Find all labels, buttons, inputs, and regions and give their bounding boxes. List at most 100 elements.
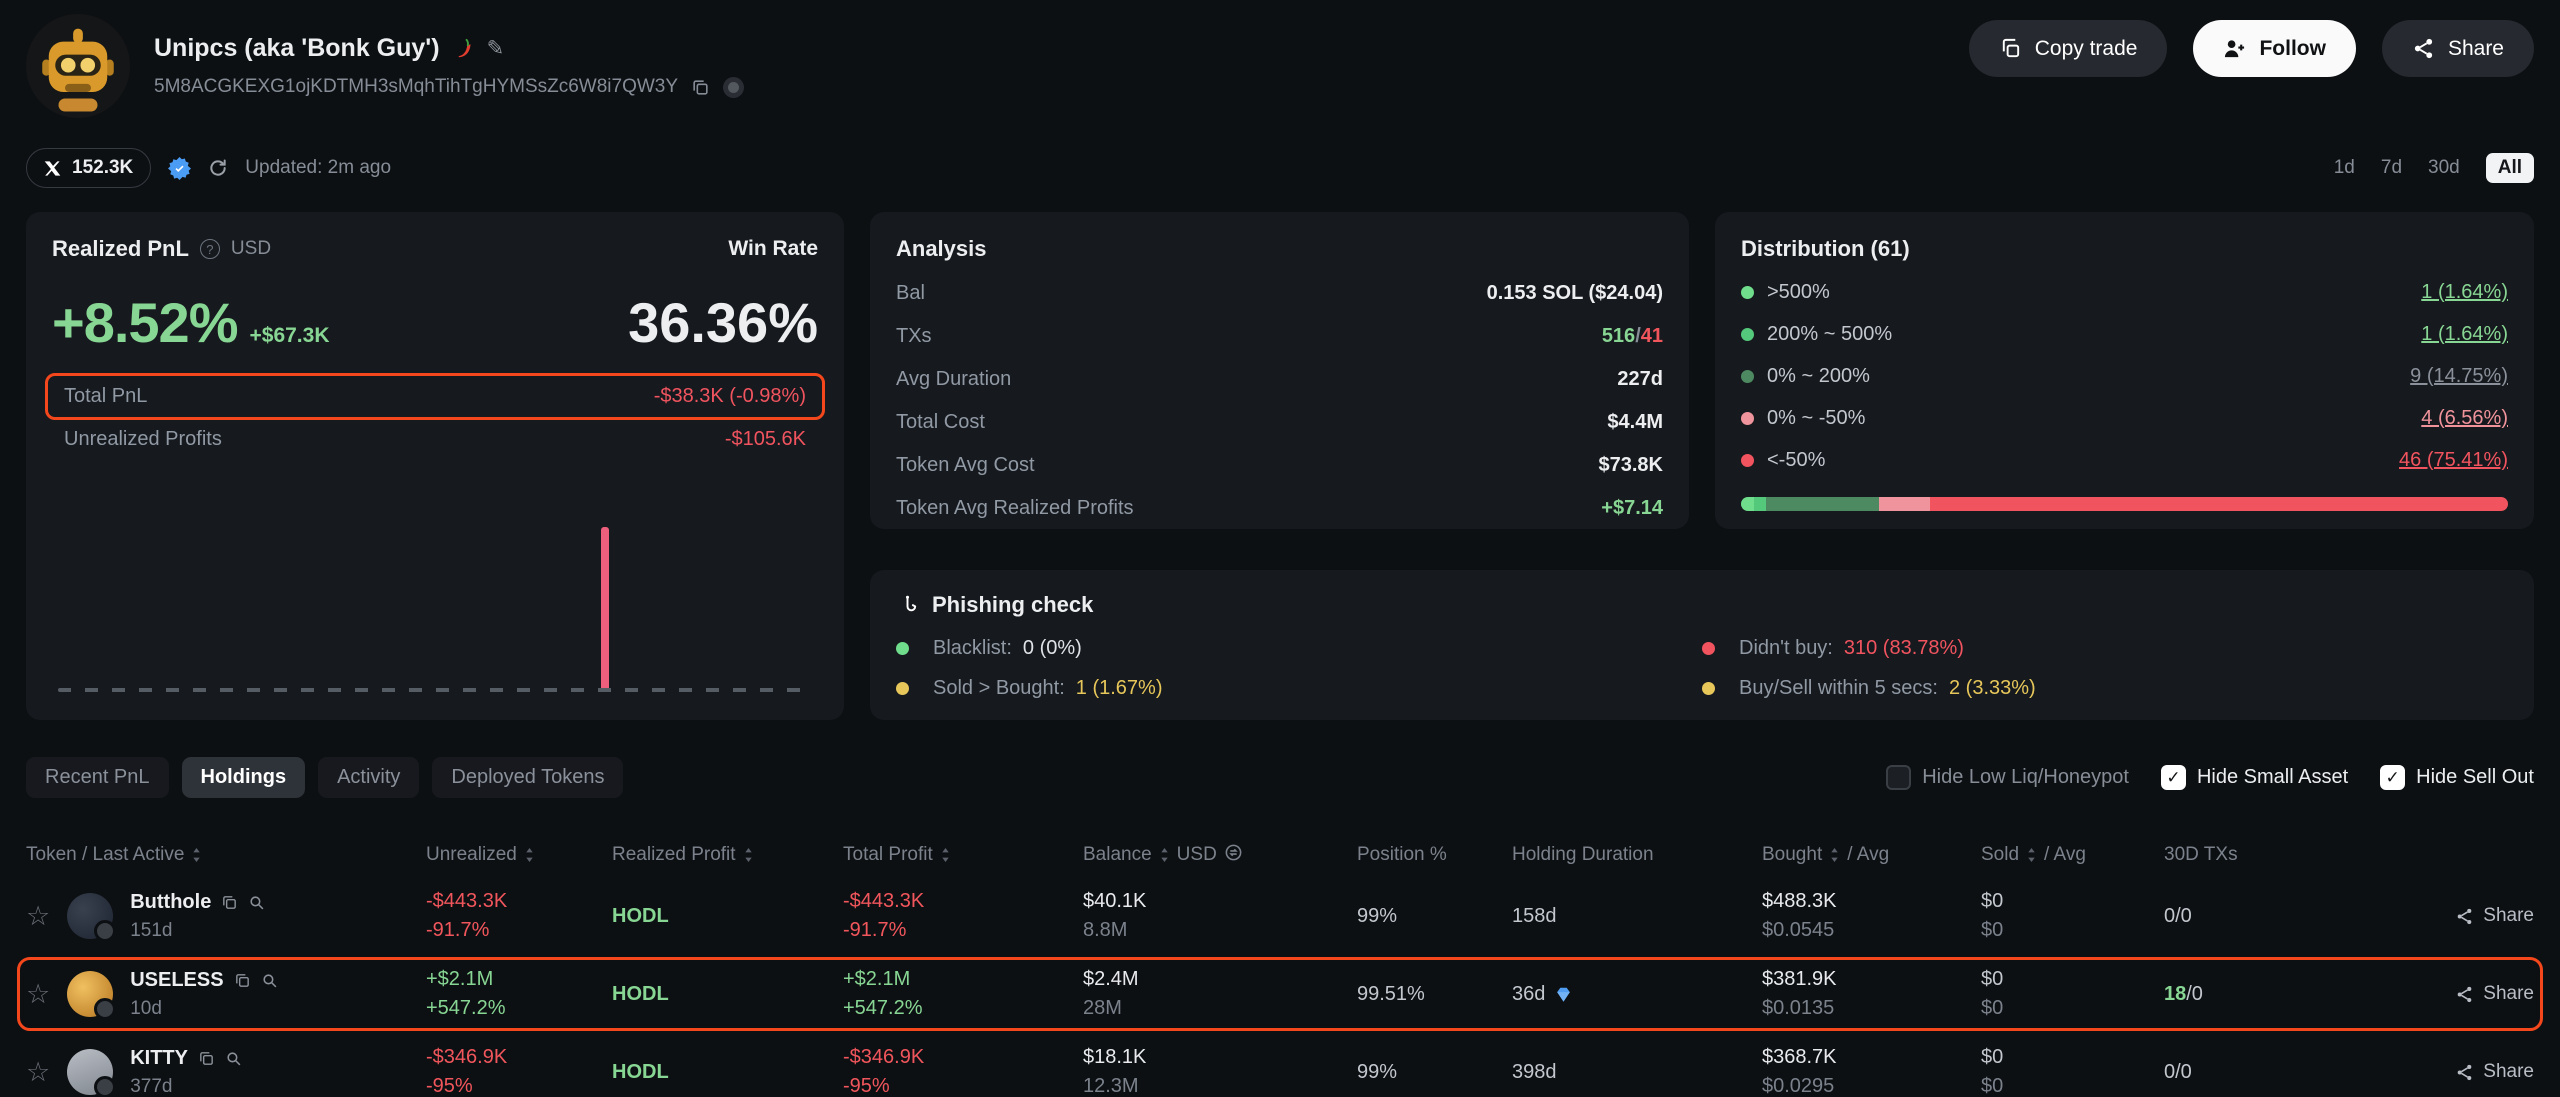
total-pnl-label: Total PnL (64, 385, 147, 408)
realized-pnl-panel: Realized PnL USD Win Rate +8.52% +$67.3K… (26, 212, 844, 720)
share-label: Share (2448, 37, 2504, 61)
distribution-bar-segment (1879, 497, 1929, 511)
analysis-row-bal: Bal 0.153 SOL ($24.04) (896, 282, 1663, 305)
tab-holdings[interactable]: Holdings (182, 757, 306, 798)
search-token-icon[interactable] (225, 1050, 242, 1067)
token-row-useless[interactable]: USELESS 10d +$2.1M+547.2% HODL +$2.1M+54… (26, 955, 2534, 1033)
header-balance[interactable]: Balance USD (1083, 843, 1357, 868)
cell-sold: $0$0 (1981, 890, 2164, 942)
header-token[interactable]: Token / Last Active (26, 844, 426, 866)
win-rate-value: 36.36% (628, 290, 818, 355)
copy-address-icon[interactable] (691, 78, 710, 97)
sort-icon (524, 847, 535, 863)
header-holding-duration[interactable]: Holding Duration (1512, 844, 1762, 866)
refresh-icon[interactable] (208, 158, 228, 178)
copy-trade-icon (1999, 37, 2022, 60)
token-name[interactable]: KITTY (130, 1047, 188, 1070)
analysis-row-avg-duration: Avg Duration 227d (896, 368, 1663, 391)
token-row-butthole[interactable]: Butthole 151d -$443.3K-91.7% HODL -$443.… (26, 877, 2534, 955)
distribution-bar-segment (1754, 497, 1767, 511)
follow-label: Follow (2259, 37, 2326, 61)
share-row-button[interactable]: Share (2344, 1061, 2534, 1083)
copy-trade-button[interactable]: Copy trade (1969, 20, 2168, 77)
phishing-item-didnt-buy: Didn't buy: 310 (83.78%) (1702, 637, 2508, 660)
filter-7d[interactable]: 7d (2381, 157, 2402, 179)
explorer-icon[interactable] (723, 77, 744, 98)
phishing-item-blacklist: Blacklist: 0 (0%) (896, 637, 1702, 660)
cell-total: -$346.9K-95% (843, 1046, 1083, 1097)
favorite-star-icon[interactable] (26, 903, 50, 930)
distribution-row-200-500: 200% ~ 500% 1 (1.64%) (1741, 323, 2508, 346)
profile-block: Unipcs (aka 'Bonk Guy') 5M8ACGKEXG1ojKDT… (26, 14, 744, 118)
header-total-profit[interactable]: Total Profit (843, 844, 1083, 866)
verified-badge-icon[interactable] (168, 157, 191, 180)
search-token-icon[interactable] (261, 972, 278, 989)
analysis-title: Analysis (896, 236, 1663, 262)
tab-activity[interactable]: Activity (318, 757, 419, 798)
copy-token-icon[interactable] (234, 972, 251, 989)
hide-sell-out-checkbox[interactable]: ✓ Hide Sell Out (2380, 765, 2534, 790)
token-name[interactable]: Butthole (130, 891, 211, 914)
twitter-followers-pill[interactable]: 152.3K (26, 148, 151, 188)
trader-profile-page: Unipcs (aka 'Bonk Guy') 5M8ACGKEXG1ojKDT… (0, 0, 2560, 1097)
header-position[interactable]: Position % (1357, 844, 1512, 866)
distribution-bar-segment (1766, 497, 1879, 511)
bucket-dot (1741, 454, 1754, 467)
checkbox-icon[interactable]: ✓ (2161, 765, 2186, 790)
profile-name: Unipcs (aka 'Bonk Guy') (154, 34, 440, 63)
info-icon[interactable] (200, 239, 220, 259)
hide-low-liq-checkbox[interactable]: Hide Low Liq/Honeypot (1886, 765, 2129, 790)
meta-row: 152.3K Updated: 2m ago 1d 7d 30d All (26, 148, 2534, 188)
distribution-value-link[interactable]: 4 (6.56%) (2421, 407, 2508, 430)
header-30d-txs: 30D TXs (2164, 844, 2344, 866)
token-row-kitty[interactable]: KITTY 377d -$346.9K-95% HODL -$346.9K-95… (26, 1033, 2534, 1097)
header-realized-profit[interactable]: Realized Profit (612, 844, 843, 866)
follow-button[interactable]: Follow (2193, 20, 2356, 77)
checkbox-icon[interactable]: ✓ (2380, 765, 2405, 790)
copy-token-icon[interactable] (221, 894, 238, 911)
cell-realized: HODL (612, 983, 843, 1006)
analysis-row-token-avg-cost: Token Avg Cost $73.8K (896, 454, 1663, 477)
copy-token-icon[interactable] (198, 1050, 215, 1067)
header-sold[interactable]: Sold / Avg (1981, 844, 2164, 866)
chart-baseline (58, 688, 812, 692)
distribution-value-link[interactable]: 46 (75.41%) (2399, 449, 2508, 472)
filter-30d[interactable]: 30d (2428, 157, 2460, 179)
pnl-spike (601, 527, 609, 688)
token-last-active: 377d (130, 1076, 242, 1097)
time-filter-group: 1d 7d 30d All (2334, 153, 2534, 183)
share-icon (2455, 1063, 2474, 1082)
cell-unrealized: +$2.1M+547.2% (426, 968, 612, 1020)
share-row-button[interactable]: Share (2344, 905, 2534, 927)
analysis-row-total-cost: Total Cost $4.4M (896, 411, 1663, 434)
tab-recent-pnl[interactable]: Recent PnL (26, 757, 169, 798)
favorite-star-icon[interactable] (26, 981, 50, 1008)
distribution-value-link[interactable]: 9 (14.75%) (2410, 365, 2508, 388)
distribution-value-link[interactable]: 1 (1.64%) (2421, 323, 2508, 346)
currency-toggle-icon[interactable] (1224, 843, 1243, 868)
header-bought[interactable]: Bought / Avg (1762, 844, 1981, 866)
profile-info: Unipcs (aka 'Bonk Guy') 5M8ACGKEXG1ojKDT… (154, 34, 744, 98)
filter-all[interactable]: All (2486, 153, 2534, 183)
search-token-icon[interactable] (248, 894, 265, 911)
cell-position: 99% (1357, 1061, 1512, 1084)
token-name[interactable]: USELESS (130, 969, 223, 992)
status-dot (896, 682, 909, 695)
win-rate-label: Win Rate (728, 237, 818, 261)
edit-name-icon[interactable] (487, 36, 505, 61)
filter-1d[interactable]: 1d (2334, 157, 2355, 179)
share-button[interactable]: Share (2382, 20, 2534, 77)
profile-avatar (26, 14, 130, 118)
tab-deployed-tokens[interactable]: Deployed Tokens (432, 757, 623, 798)
header-unrealized[interactable]: Unrealized (426, 844, 612, 866)
analysis-row-token-avg-realized: Token Avg Realized Profits +$7.14 (896, 497, 1663, 520)
cell-30d-txs: 0/0 (2164, 1061, 2344, 1084)
cell-30d-txs: 0/0 (2164, 905, 2344, 928)
x-logo-icon (44, 160, 61, 177)
hide-small-asset-checkbox[interactable]: ✓ Hide Small Asset (2161, 765, 2348, 790)
unrealized-profits-label: Unrealized Profits (64, 428, 222, 451)
favorite-star-icon[interactable] (26, 1059, 50, 1086)
distribution-value-link[interactable]: 1 (1.64%) (2421, 281, 2508, 304)
checkbox-icon[interactable] (1886, 765, 1911, 790)
share-row-button[interactable]: Share (2344, 983, 2534, 1005)
